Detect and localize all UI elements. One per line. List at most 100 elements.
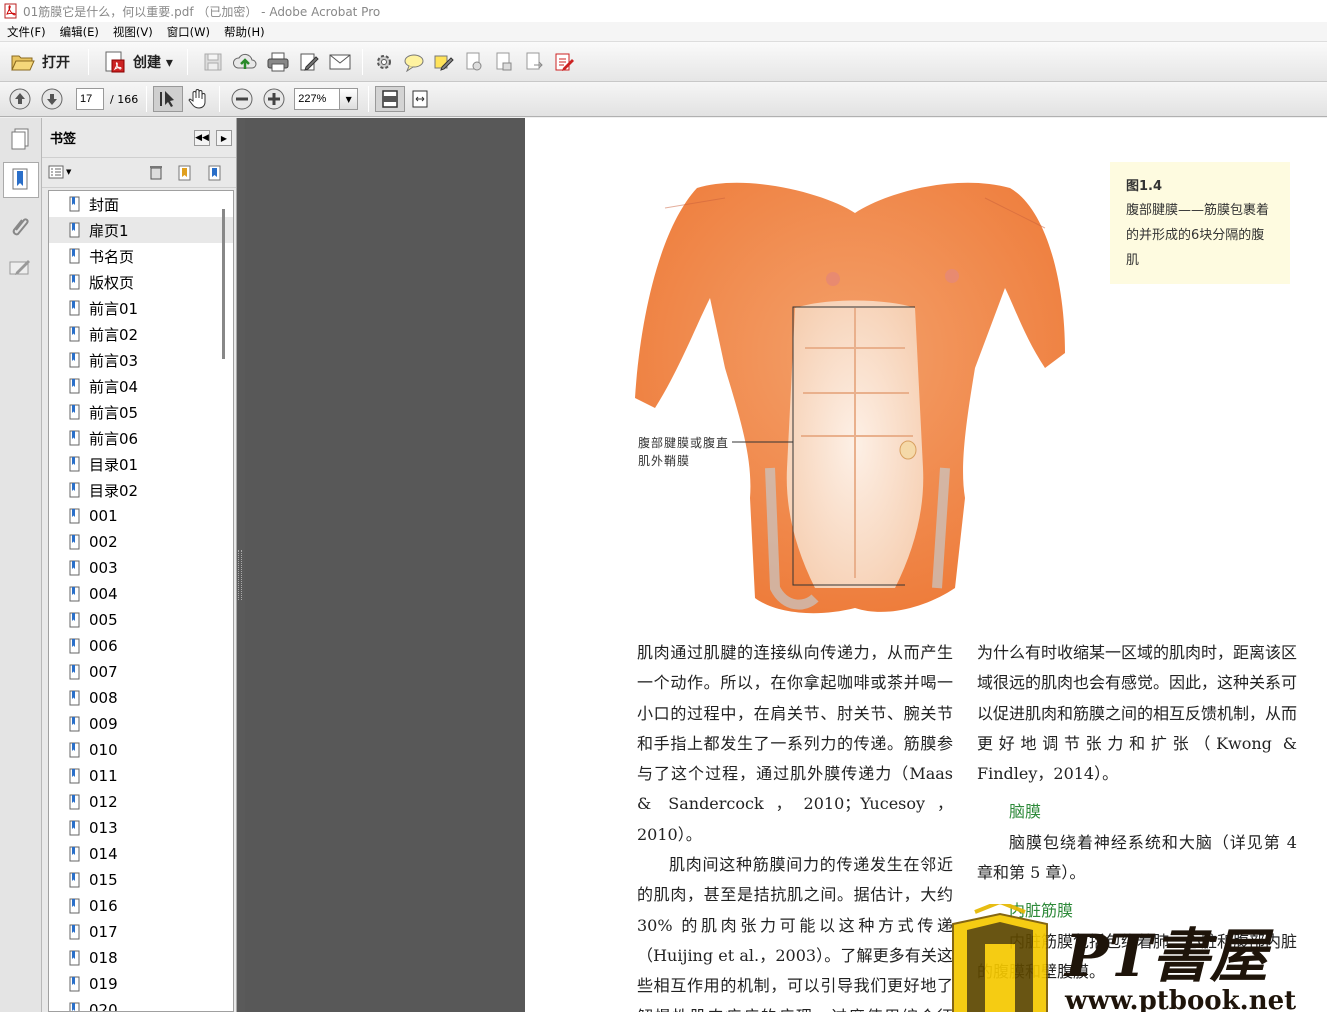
bookmark-item[interactable]: 013 [49,815,233,841]
zoom-dropdown[interactable]: ▼ [340,88,359,110]
attachments-button[interactable] [8,214,30,243]
bookmark-page-icon [69,508,80,523]
select-tool-button[interactable] [153,86,184,112]
bookmark-item[interactable]: 003 [49,555,233,581]
bookmark-page-icon [69,248,80,263]
prev-page-button[interactable] [4,84,36,114]
page-thumbnails-icon [11,128,29,150]
bookmark-item[interactable]: 005 [49,607,233,633]
bookmark-item[interactable]: 011 [49,763,233,789]
bookmark-label: 007 [89,663,118,681]
arrow-down-icon [41,88,63,110]
open-button[interactable]: 打开 [6,47,74,77]
menu-file[interactable]: 文件(F) [0,24,53,40]
bookmark-label: 014 [89,845,118,863]
paragraph: 脑膜包绕着神经系统和大脑（详见第 4 章和第 5 章）。 [977,832,1297,883]
bookmark-page-icon [69,768,80,783]
zoom-input[interactable] [294,88,341,110]
upload-button[interactable] [228,47,262,77]
bookmark-item[interactable]: 016 [49,893,233,919]
zoom-out-button[interactable] [226,84,258,114]
form-button[interactable] [549,47,579,77]
bookmark-item[interactable]: 015 [49,867,233,893]
expand-bookmark-button[interactable] [206,164,224,185]
bookmark-page-icon [69,950,80,965]
page-thumbnails-button[interactable] [8,126,32,155]
bookmark-item[interactable]: 020 [49,997,233,1011]
bookmark-item[interactable]: 封面 [49,191,233,217]
bookmark-label: 015 [89,871,118,889]
bookmark-item[interactable]: 017 [49,919,233,945]
bookmark-item[interactable]: 001 [49,503,233,529]
bookmark-item[interactable]: 版权页 [49,269,233,295]
bookmark-item[interactable]: 002 [49,529,233,555]
bookmark-item[interactable]: 前言01 [49,295,233,321]
bookmark-label: 005 [89,611,118,629]
bookmark-item[interactable]: 014 [49,841,233,867]
menu-view[interactable]: 视图(V) [106,24,160,40]
chevron-right-icon: ▶ [220,133,228,143]
options-menu-button[interactable]: ▼ [48,164,71,180]
menu-edit[interactable]: 编辑(E) [53,24,106,40]
menu-window[interactable]: 窗口(W) [160,24,217,40]
hand-tool-button[interactable] [183,84,213,114]
new-bookmark-button[interactable] [176,164,194,185]
open-label: 打开 [42,54,70,71]
toolbar-separator [219,86,221,112]
bookmark-ribbon-icon [12,168,28,190]
security-button[interactable] [459,47,489,77]
bookmark-item[interactable]: 004 [49,581,233,607]
bookmark-item[interactable]: 010 [49,737,233,763]
cursor-select-icon [160,91,175,107]
email-button[interactable] [324,47,356,77]
acrobat-pdf-icon [4,3,17,19]
trash-icon [150,166,162,180]
expand-panel-button[interactable]: ▶ [216,130,232,146]
print-button[interactable] [262,47,294,77]
bookmark-item[interactable]: 009 [49,711,233,737]
highlight-button[interactable] [429,47,459,77]
settings-button[interactable] [369,47,399,77]
save-button[interactable] [198,47,228,77]
bookmark-item[interactable]: 前言05 [49,399,233,425]
zoom-in-button[interactable] [258,84,290,114]
bookmark-item[interactable]: 006 [49,633,233,659]
bookmark-label: 004 [89,585,118,603]
document-export-icon [526,52,543,69]
edit-button[interactable] [294,47,324,77]
comment-button[interactable] [399,47,429,77]
plus-circle-icon [263,88,285,110]
sign-button[interactable] [489,47,519,77]
collapse-panel-button[interactable]: ◀◀ [194,130,210,146]
bookmark-item[interactable]: 目录01 [49,451,233,477]
bookmark-item[interactable]: 目录02 [49,477,233,503]
toolbar-separator [186,48,188,75]
create-button[interactable]: 创建 ▾ [99,47,177,77]
delete-bookmark-button[interactable] [148,164,164,183]
bookmark-scrollbar[interactable] [222,209,225,359]
bookmark-item[interactable]: 019 [49,971,233,997]
document-sign-icon [496,52,512,70]
bookmark-item[interactable]: 书名页 [49,243,233,269]
bookmark-item[interactable]: 008 [49,685,233,711]
export-button[interactable] [519,47,549,77]
bookmark-item[interactable]: 012 [49,789,233,815]
bookmark-list[interactable]: 封面 扉页1 书名页 版权页前言01 前言02 前言03 前言04 前言05 前言06 目录01 目… [48,190,234,1012]
bookmark-item[interactable]: 018 [49,945,233,971]
next-page-button[interactable] [36,84,68,114]
bookmark-item[interactable]: 前言06 [49,425,233,451]
splitter-grip[interactable] [238,550,242,600]
bookmarks-button[interactable] [3,162,39,198]
bookmark-item[interactable]: 前言03 [49,347,233,373]
menu-help[interactable]: 帮助(H) [217,24,272,40]
fit-width-button[interactable] [405,84,435,114]
bookmark-item[interactable]: 前言04 [49,373,233,399]
bookmark-label: 前言01 [89,299,139,318]
bookmark-item[interactable]: 前言02 [49,321,233,347]
bookmark-item[interactable]: 扉页1 [49,217,233,243]
page-number-input[interactable] [76,88,104,110]
bookmark-page-icon [69,560,80,575]
signatures-button[interactable] [8,256,32,283]
fit-page-button[interactable] [375,86,406,112]
bookmark-item[interactable]: 007 [49,659,233,685]
